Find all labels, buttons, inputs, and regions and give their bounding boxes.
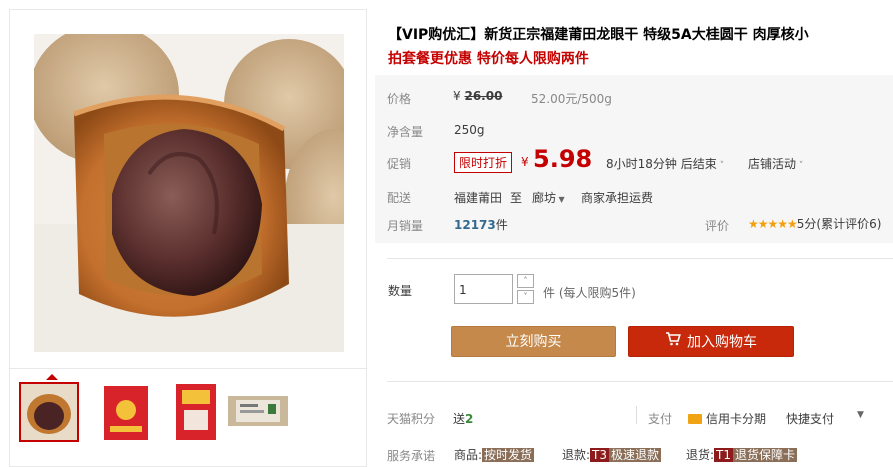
thumbnail-indicator xyxy=(46,374,58,380)
rating[interactable]: ★★★★★5分(累计评价6) xyxy=(748,215,881,232)
cart-icon xyxy=(665,327,681,358)
star-rating-icon: ★★★★★ xyxy=(748,217,798,231)
shop-activity-dropdown[interactable]: 店铺活动 ˅ xyxy=(748,155,803,172)
add-to-cart-button[interactable]: 加入购物车 xyxy=(628,326,794,357)
service-item-return[interactable]: 退货: T1 退货保障卡 xyxy=(686,446,798,463)
rating-label: 评价 xyxy=(705,219,730,233)
quantity-input[interactable]: 1 xyxy=(454,274,513,304)
unit-price: 52.00元/500g xyxy=(531,92,612,106)
payment-label: 支付 xyxy=(648,412,673,426)
thumbnail-1[interactable] xyxy=(19,382,79,442)
credit-installment[interactable]: 信用卡分期 xyxy=(688,410,766,427)
main-product-image[interactable] xyxy=(34,34,344,352)
delivery-from: 福建莆田 xyxy=(454,191,503,205)
promo-price: 5.98 xyxy=(533,145,593,173)
sales-count: 12173件 xyxy=(454,218,508,232)
quantity-label: 数量 xyxy=(388,284,413,298)
thumbnail-2[interactable] xyxy=(96,382,156,442)
thumbnail-3[interactable] xyxy=(166,382,226,442)
credit-card-icon xyxy=(688,413,702,424)
points-label: 天猫积分 xyxy=(387,412,436,426)
promo-tag: 限时打折 xyxy=(454,152,513,173)
shipping-info: 商家承担运费 xyxy=(581,191,654,205)
service-item-delivery[interactable]: 商品: 按时发货 xyxy=(454,446,535,463)
caret-down-icon: ▼ xyxy=(556,195,565,204)
promo-currency: ¥ xyxy=(521,155,529,169)
quantity-note: 件 (每人限购5件) xyxy=(543,286,636,300)
expand-caret-icon[interactable]: ▼ xyxy=(857,410,864,420)
points-value: 送2 xyxy=(453,412,474,426)
buy-now-button[interactable]: 立刻购买 xyxy=(451,326,616,357)
price-label: 价格 xyxy=(387,92,412,106)
product-title: 【VIP购优汇】新货正宗福建莆田龙眼干 特级5A大桂圆干 肉厚核小 xyxy=(388,27,809,43)
quantity-decrease-button[interactable]: ˅ xyxy=(517,290,534,304)
product-subtitle: 拍套餐更优惠 特价每人限购两件 xyxy=(388,51,589,67)
original-price: ¥ 26.00 xyxy=(453,89,503,103)
delivery-to-word: 至 xyxy=(510,191,523,205)
thumbnail-4[interactable] xyxy=(228,382,288,442)
quick-pay[interactable]: 快捷支付 xyxy=(786,410,834,427)
divider xyxy=(387,258,893,259)
weight-value: 250g xyxy=(454,123,485,137)
delivery-destination[interactable]: 廊坊 ▼ xyxy=(532,189,565,206)
sales-label: 月销量 xyxy=(387,219,424,233)
weight-label: 净含量 xyxy=(387,125,424,139)
promo-countdown: 8小时18分钟 后结束 ˅ xyxy=(606,157,725,171)
vertical-divider xyxy=(636,406,637,424)
divider xyxy=(387,381,893,382)
thumbnail-strip xyxy=(10,368,366,466)
product-gallery xyxy=(9,9,367,467)
countdown-chevron-icon: ˅ xyxy=(716,161,725,171)
promo-label: 促销 xyxy=(387,157,412,171)
chevron-down-icon: ˅ xyxy=(796,161,804,171)
service-item-refund[interactable]: 退款: T3 极速退款 xyxy=(562,446,662,463)
delivery-label: 配送 xyxy=(387,191,412,205)
service-label: 服务承诺 xyxy=(387,449,436,463)
quantity-increase-button[interactable]: ˄ xyxy=(517,274,534,288)
